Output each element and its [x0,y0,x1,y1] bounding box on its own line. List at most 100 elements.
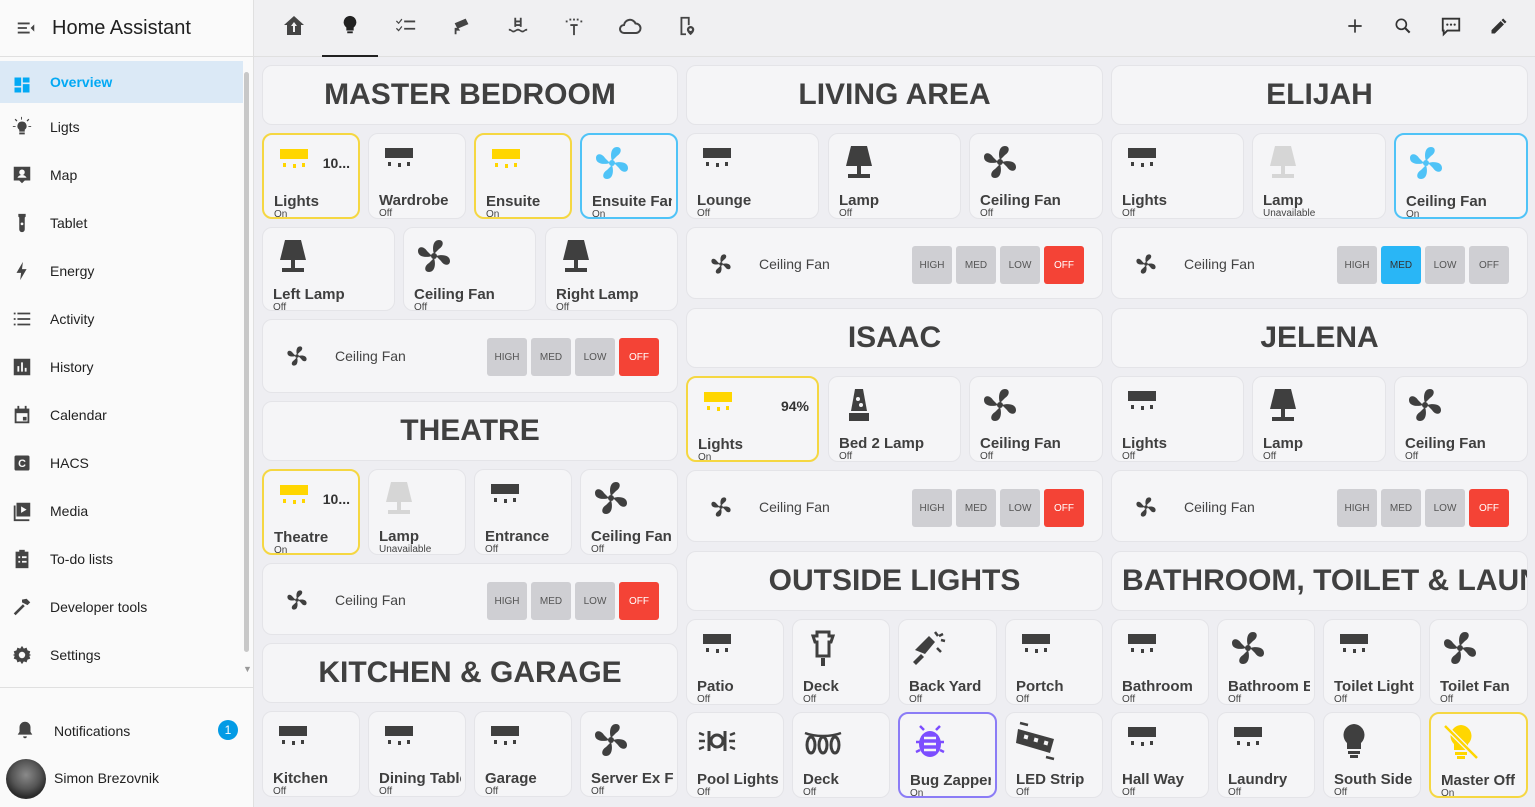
sidebar-item-developer-tools[interactable]: Developer tools [0,583,243,631]
tile-lounge[interactable]: Lounge Off [686,133,819,219]
fan-off-button[interactable]: OFF [619,582,659,620]
sidebar-item-history[interactable]: History [0,343,243,391]
tile-led-strip[interactable]: LED Strip Off [1005,712,1103,798]
tile-lights[interactable]: Lights Off [1111,133,1244,219]
edit-button[interactable] [1487,16,1511,40]
tile-deck[interactable]: Deck Off [792,619,890,705]
fan-off-button[interactable]: OFF [619,338,659,376]
tile-ceiling-fan[interactable]: Ceiling Fan Off [969,376,1103,462]
sidebar-scrollbar[interactable] [244,72,249,652]
tile-hall-way[interactable]: Hall Way Off [1111,712,1209,798]
tile-laundry[interactable]: Laundry Off [1217,712,1315,798]
sidebar-item-hacs[interactable]: C HACS [0,439,243,487]
fan-off-button[interactable]: OFF [1044,489,1084,527]
tile-bathroom-exhaust[interactable]: Bathroom ExhaustOff [1217,619,1315,705]
fan-med-button[interactable]: MED [1381,246,1421,284]
tile-toilet-fan[interactable]: Toilet Fan Off [1429,619,1528,705]
tab-cctv[interactable] [434,0,490,57]
tab-home[interactable] [266,0,322,57]
tile-garage[interactable]: Garage Off [474,711,572,797]
fan-off-button[interactable]: OFF [1469,489,1509,527]
tile-dining-table[interactable]: Dining Table Off [368,711,466,797]
tile-deck[interactable]: Deck Off [792,712,890,798]
menu-collapse-icon[interactable] [0,0,52,57]
fan-med-button[interactable]: MED [956,489,996,527]
sidebar-item-settings[interactable]: Settings [0,631,243,679]
sidebar-item-ligts[interactable]: Ligts [0,103,243,151]
fan-high-button[interactable]: HIGH [912,246,952,284]
tile-kitchen[interactable]: Kitchen Off [262,711,360,797]
fan-med-button[interactable]: MED [531,582,571,620]
tile-toilet-light[interactable]: Toilet Light Off [1323,619,1421,705]
fan-low-button[interactable]: LOW [1000,489,1040,527]
fan-high-button[interactable]: HIGH [1337,489,1377,527]
sidebar-user[interactable]: Simon Brezovnik [0,756,254,800]
fan-med-button[interactable]: MED [1381,489,1421,527]
fan-low-button[interactable]: LOW [575,338,615,376]
sidebar-item-label: HACS [50,455,89,471]
search-button[interactable] [1391,16,1415,40]
tab-sprinkler[interactable] [546,0,602,57]
tile-left-lamp[interactable]: Left Lamp Off [262,227,395,313]
tile-ceiling-fan[interactable]: Ceiling Fan Off [403,227,536,313]
tile-ensuite[interactable]: Ensuite On [474,133,572,220]
sidebar-item-energy[interactable]: Energy [0,247,243,295]
tile-bed-2-lamp[interactable]: Bed 2 Lamp Off [828,376,961,462]
fan-high-button[interactable]: HIGH [1337,246,1377,284]
tile-lights[interactable]: Lights Off [1111,376,1244,462]
tile-ceiling-fan[interactable]: Ceiling Fan Off [969,133,1103,219]
tile-server-ex-fan[interactable]: Server Ex FanOff [580,711,678,797]
sidebar-item-calendar[interactable]: Calendar [0,391,243,439]
tile-patio[interactable]: Patio Off [686,619,784,705]
assist-button[interactable] [1439,16,1463,40]
tile-lamp[interactable]: Lamp Off [828,133,961,219]
fan-low-button[interactable]: LOW [1000,246,1040,284]
fan-high-button[interactable]: HIGH [487,338,527,376]
scroll-down-arrow-icon[interactable]: ▼ [243,664,252,674]
tile-south-side[interactable]: South Side Off [1323,712,1421,798]
tile-ceiling-fan[interactable]: Ceiling Fan On [1394,133,1528,220]
tab-cloud[interactable] [602,0,658,57]
tab-lights[interactable] [322,0,378,57]
fan-low-button[interactable]: LOW [1425,489,1465,527]
tile-theatre[interactable]: Theatre On 10... [262,469,360,556]
fan-high-button[interactable]: HIGH [487,582,527,620]
sidebar-item-tablet[interactable]: Tablet [0,199,243,247]
sidebar-item-todo[interactable]: To-do lists [0,535,243,583]
fan-med-button[interactable]: MED [956,246,996,284]
tile-bathroom[interactable]: Bathroom Off [1111,619,1209,705]
sidebar-item-activity[interactable]: Activity [0,295,243,343]
fan-low-button[interactable]: LOW [575,582,615,620]
tile-lamp[interactable]: Lamp Off [1252,376,1386,462]
fan-low-button[interactable]: LOW [1425,246,1465,284]
tile-portch[interactable]: Portch Off [1005,619,1103,705]
tile-master-off[interactable]: Master Off On [1429,712,1528,799]
tab-checklist[interactable] [378,0,434,57]
add-button[interactable] [1343,16,1367,40]
fan-high-button[interactable]: HIGH [912,489,952,527]
tab-phone-location[interactable] [658,0,714,57]
tile-pool-lights[interactable]: Pool Lights Off [686,712,784,798]
sidebar-item-overview[interactable]: Overview [0,61,243,103]
tile-lamp[interactable]: Lamp Unavailable [368,469,466,555]
fan-icon [1406,143,1446,183]
lamp-icon [379,478,419,518]
tile-lights[interactable]: Lights On 94% [686,376,819,463]
fan-off-button[interactable]: OFF [1469,246,1509,284]
tab-pool[interactable] [490,0,546,57]
tile-lights[interactable]: Lights On 10... [262,133,360,220]
tile-ceiling-fan[interactable]: Ceiling Fan Off [580,469,678,555]
tile-ensuite-fan[interactable]: Ensuite Fan On [580,133,678,220]
tile-right-lamp[interactable]: Right Lamp Off [545,227,678,313]
sidebar-item-map[interactable]: Map [0,151,243,199]
tile-wardrobe[interactable]: Wardrobe Off [368,133,466,219]
fan-med-button[interactable]: MED [531,338,571,376]
tile-back-yard[interactable]: Back Yard Off [898,619,997,705]
fan-off-button[interactable]: OFF [1044,246,1084,284]
tile-entrance[interactable]: Entrance Off [474,469,572,555]
tile-ceiling-fan[interactable]: Ceiling Fan Off [1394,376,1528,462]
sidebar-item-notifications[interactable]: Notifications 1 [0,706,254,754]
tile-bug-zapper[interactable]: Bug Zapper On [898,712,997,799]
sidebar-item-media[interactable]: Media [0,487,243,535]
tile-lamp[interactable]: Lamp Unavailable [1252,133,1386,219]
